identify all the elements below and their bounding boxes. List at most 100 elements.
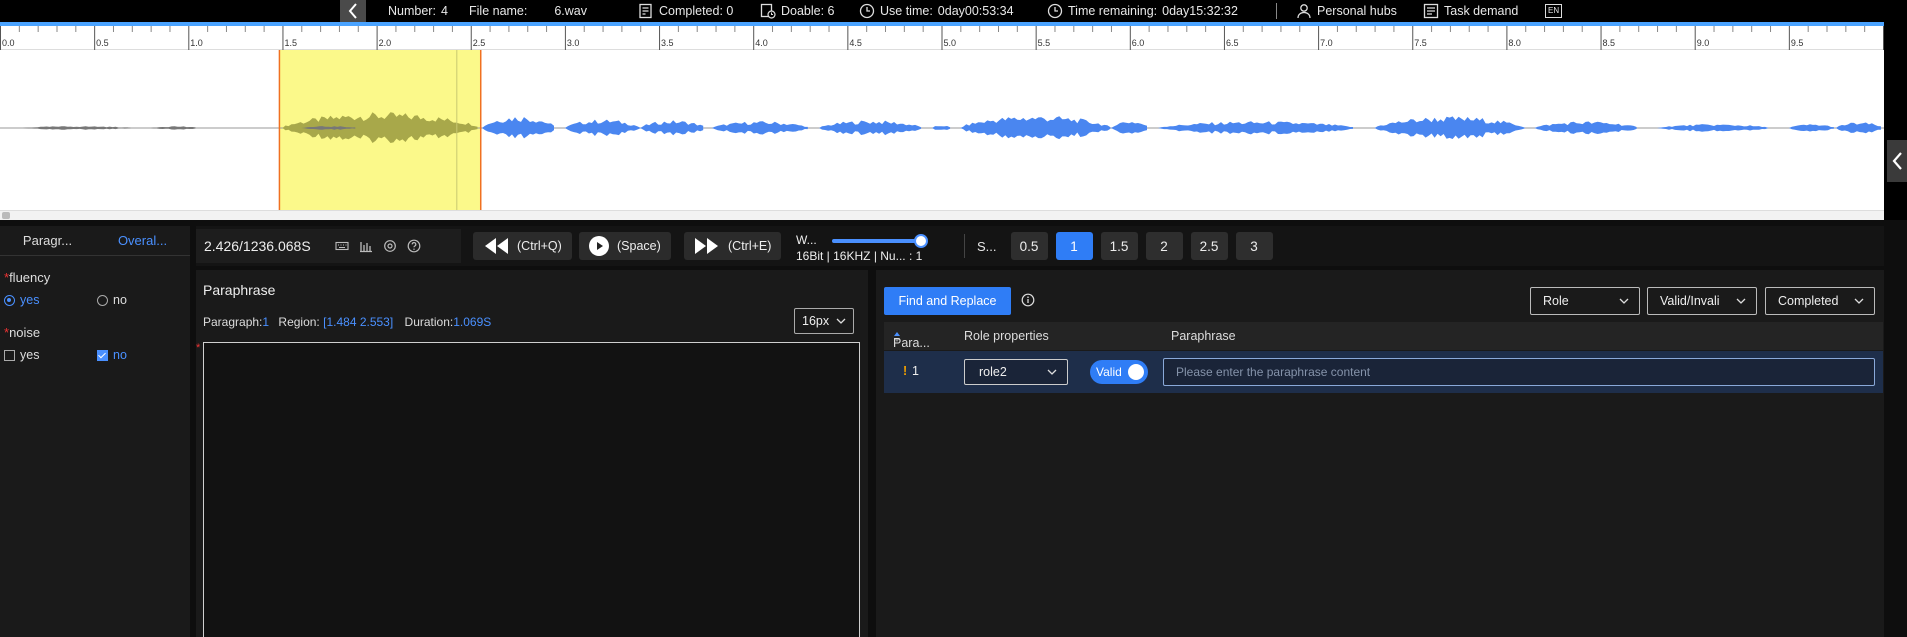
warning-icon: ! <box>903 364 908 378</box>
noise-options: yes no <box>4 348 190 362</box>
paraphrase-textarea[interactable] <box>203 342 860 637</box>
ruler-ticks: 0.0 0.5 1.0 1.5 2.0 2.5 3.0 3.5 4.0 4.5 5.0 5.5 6.0 6… <box>0 26 1884 50</box>
ruler-label: 1.5 <box>284 38 297 48</box>
ruler-label: 4.5 <box>849 38 862 48</box>
tab-overall[interactable]: Overal... <box>95 233 190 248</box>
chevron-down-icon <box>1619 298 1629 304</box>
info-icon[interactable] <box>1021 293 1035 307</box>
ruler-label: 6.0 <box>1132 38 1145 48</box>
bar-chart-icon[interactable] <box>359 239 373 253</box>
find-replace-button[interactable]: Find and Replace <box>884 287 1011 315</box>
speed-button-0-5[interactable]: 0.5 <box>1010 232 1048 260</box>
panel-title: Paraphrase <box>203 282 276 298</box>
row-index: 1 <box>912 364 919 378</box>
chevron-left-icon <box>1892 152 1902 170</box>
volume-slider-handle[interactable] <box>914 234 928 248</box>
task-demand-link[interactable]: Task demand <box>1423 0 1518 22</box>
table-header: Para... Role properties Paraphrase <box>884 322 1883 350</box>
current-time: 2.426/1236.068S <box>204 238 311 254</box>
ruler-label: 3.5 <box>661 38 674 48</box>
back-button[interactable] <box>340 0 366 22</box>
completed-filter-select[interactable]: Completed <box>1765 287 1875 315</box>
ruler-label: 8.0 <box>1508 38 1521 48</box>
speed-button-3[interactable]: 3 <box>1235 232 1273 260</box>
filename-info: File name: 6.wav <box>469 4 588 18</box>
language-switch[interactable]: EN <box>1545 0 1563 22</box>
keyboard-icon[interactable] <box>335 239 349 253</box>
wave-segment <box>1111 122 1147 134</box>
noise-yes-checkbox[interactable]: yes <box>4 348 97 362</box>
ruler-label: 5.5 <box>1038 38 1051 48</box>
role-select[interactable]: role2 <box>964 359 1068 385</box>
ruler-label: 6.5 <box>1226 38 1239 48</box>
ruler-label: 2.5 <box>473 38 486 48</box>
scrollbar-thumb[interactable] <box>2 212 10 219</box>
label-panel: Paragr... Overal... *fluency yes no *noi… <box>0 226 190 637</box>
column-paragraph[interactable]: Para... <box>893 329 930 350</box>
waveform-scrollbar[interactable] <box>0 210 1884 220</box>
divider <box>964 234 965 258</box>
wave-segment <box>711 121 808 135</box>
noise-no-checkbox[interactable]: no <box>97 348 190 362</box>
wave-segment <box>932 126 951 130</box>
paraphrase-table-panel: Find and Replace Role Valid/Invali Compl… <box>876 270 1884 637</box>
ruler-label: 5.0 <box>944 38 957 48</box>
valid-toggle[interactable]: Valid <box>1090 360 1148 384</box>
doable-info: Doable: 6 <box>760 0 835 22</box>
ruler-label: 8.5 <box>1603 38 1616 48</box>
right-gutter <box>1884 220 1907 637</box>
valid-filter-select[interactable]: Valid/Invali <box>1647 287 1757 315</box>
wave-segment <box>564 119 640 136</box>
tab-paragraph[interactable]: Paragr... <box>0 233 95 248</box>
speed-button-2[interactable]: 2 <box>1145 232 1183 260</box>
wave-segment <box>1657 124 1768 132</box>
column-paraphrase: Paraphrase <box>1171 329 1236 343</box>
speed-button-1[interactable]: 1 <box>1055 232 1093 260</box>
play-button[interactable]: (Space) <box>579 232 671 260</box>
ruler-label: 0.0 <box>2 38 15 48</box>
radio-checked-icon <box>4 294 15 306</box>
chevron-down-icon <box>1854 298 1864 304</box>
segment-meta: Paragraph:1 Region: [1.484 2.553] Durati… <box>203 315 492 329</box>
collapse-panel-button[interactable] <box>1887 140 1907 182</box>
volume-slider-track[interactable] <box>832 239 922 243</box>
role-filter-select[interactable]: Role <box>1530 287 1640 315</box>
label-tabs: Paragr... Overal... <box>0 226 190 256</box>
speed-button-2-5[interactable]: 2.5 <box>1190 232 1228 260</box>
paraphrase-editor-panel: Paraphrase Paragraph:1 Region: [1.484 2.… <box>196 270 868 637</box>
rewind-button[interactable]: (Ctrl+Q) <box>473 232 572 260</box>
table-row[interactable]: ! 1 role2 Valid <box>884 351 1883 393</box>
waveform[interactable] <box>0 50 1884 210</box>
forward-button[interactable]: (Ctrl+E) <box>684 232 782 260</box>
fluency-yes-radio[interactable]: yes <box>4 293 97 307</box>
speed-buttons: 0.5 1 1.5 2 2.5 3 <box>1010 232 1273 260</box>
audio-info: 16Bit | 16KHZ | Nu... : 1 <box>796 249 923 263</box>
wave-noise <box>22 126 131 130</box>
wave-segment <box>1788 124 1834 132</box>
settings-icon[interactable] <box>383 239 397 253</box>
waveform-canvas[interactable] <box>0 50 1884 210</box>
ruler-label: 4.0 <box>755 38 768 48</box>
speed-button-1-5[interactable]: 1.5 <box>1100 232 1138 260</box>
wave-segment <box>1158 121 1353 135</box>
font-size-select[interactable]: 16px <box>794 308 854 334</box>
fast-forward-icon <box>695 238 718 254</box>
checkbox-unchecked-icon <box>4 349 15 361</box>
speed-controls: S... 0.5 1 1.5 2 2.5 3 <box>964 229 1273 263</box>
help-icon[interactable] <box>407 239 421 253</box>
play-icon <box>589 236 609 256</box>
number-info: Number: 4 <box>388 4 448 18</box>
paraphrase-input[interactable] <box>1163 358 1875 386</box>
document-clock-icon <box>760 3 776 19</box>
wave-segment <box>1534 121 1637 135</box>
column-role: Role properties <box>964 329 1049 343</box>
chevron-down-icon <box>1736 298 1746 304</box>
wave-segment <box>1835 122 1881 134</box>
wave-segment <box>482 117 554 139</box>
wave-segment <box>640 120 704 136</box>
chevron-down-icon <box>1047 369 1057 375</box>
clock-icon <box>859 3 875 19</box>
fluency-no-radio[interactable]: no <box>97 293 190 307</box>
personal-hubs-link[interactable]: Personal hubs <box>1296 0 1397 22</box>
ruler-label: 9.0 <box>1697 38 1710 48</box>
